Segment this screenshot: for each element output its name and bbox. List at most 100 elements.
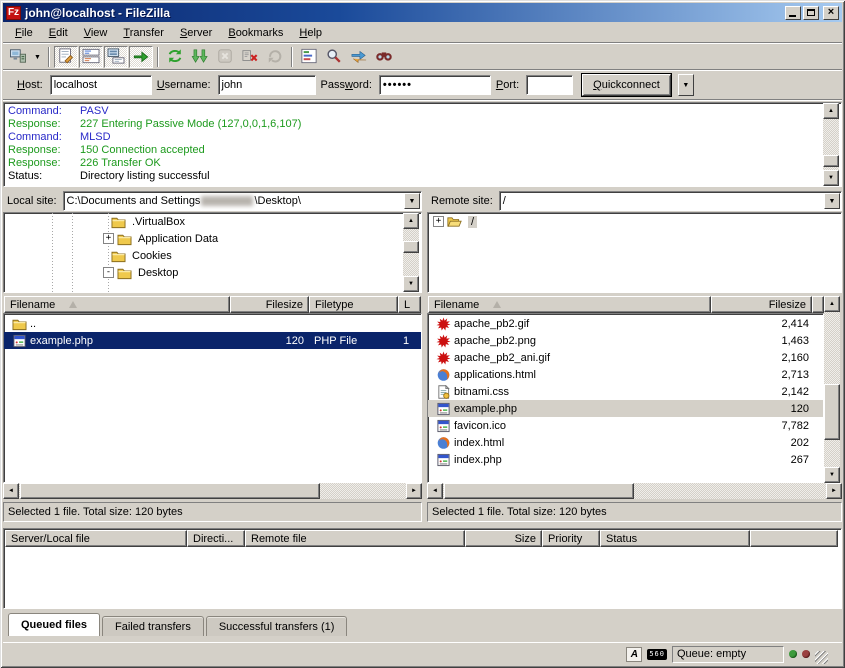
- resize-grip[interactable]: [815, 651, 828, 664]
- file-row-favicon-ico[interactable]: favicon.ico7,782: [428, 417, 823, 434]
- scroll-down-icon[interactable]: ▼: [403, 276, 419, 292]
- cancel-operation-button[interactable]: [213, 46, 237, 68]
- username-input[interactable]: john: [218, 75, 316, 95]
- close-button[interactable]: ×: [823, 6, 839, 20]
- scroll-up-icon[interactable]: ▲: [403, 213, 419, 229]
- scroll-thumb[interactable]: [823, 155, 839, 167]
- column-header-filename[interactable]: Filename: [4, 296, 230, 313]
- directory-comparison-button[interactable]: [322, 46, 346, 68]
- directory-filters-button[interactable]: [297, 46, 321, 68]
- combo-dropdown-icon[interactable]: ▼: [824, 193, 840, 209]
- file-row-example-php[interactable]: example.php120: [428, 400, 823, 417]
- winfile-icon: [436, 419, 451, 433]
- quickconnect-button[interactable]: Quickconnect: [582, 74, 671, 96]
- queue-column-remote-file[interactable]: Remote file: [245, 530, 465, 547]
- minimize-button[interactable]: [785, 6, 801, 20]
- file-row-apache_pb2-png[interactable]: apache_pb2.png1,463: [428, 332, 823, 349]
- collapse-icon[interactable]: -: [103, 267, 114, 278]
- tab-failed-transfers[interactable]: Failed transfers: [102, 616, 204, 636]
- local-site-combo[interactable]: C:\Documents and Settings\Desktop\ ▼: [63, 191, 422, 211]
- menu-transfer[interactable]: Transfer: [115, 25, 172, 41]
- scroll-thumb[interactable]: [824, 384, 840, 440]
- scroll-thumb[interactable]: [444, 483, 634, 499]
- data-type-indicator-icon[interactable]: A: [626, 647, 642, 662]
- site-manager-dropdown-icon[interactable]: ▼: [31, 46, 44, 68]
- queue-column-priority[interactable]: Priority: [542, 530, 600, 547]
- scroll-left-icon[interactable]: ◄: [3, 483, 19, 499]
- tree-item-application-data[interactable]: +Application Data: [4, 230, 421, 247]
- scroll-thumb[interactable]: [403, 241, 419, 253]
- toggle-local-tree-button[interactable]: [79, 46, 103, 68]
- menu-bookmarks[interactable]: Bookmarks: [220, 25, 291, 41]
- scroll-down-icon[interactable]: ▼: [823, 170, 839, 186]
- send-indicator-led: [789, 650, 797, 658]
- find-files-button[interactable]: [372, 46, 396, 68]
- file-row-apache_pb2_ani-gif[interactable]: apache_pb2_ani.gif2,160: [428, 349, 823, 366]
- column-header-filetype[interactable]: Filetype: [309, 296, 398, 313]
- queue-column-status[interactable]: Status: [600, 530, 750, 547]
- tree-item--virtualbox[interactable]: .VirtualBox: [4, 213, 421, 230]
- transfer-queue: Server/Local fileDirecti...Remote fileSi…: [3, 528, 842, 609]
- menu-file[interactable]: File: [7, 25, 41, 41]
- file-row-index-php[interactable]: index.php267: [428, 451, 823, 468]
- column-header-l[interactable]: L: [398, 296, 421, 313]
- log-line: Command:MLSD: [8, 131, 841, 144]
- menu-edit[interactable]: Edit: [41, 25, 76, 41]
- expand-icon[interactable]: +: [103, 233, 114, 244]
- toggle-queue-button[interactable]: [129, 46, 153, 68]
- scroll-down-icon[interactable]: ▼: [824, 467, 840, 483]
- scroll-thumb[interactable]: [20, 483, 320, 499]
- toggle-remote-tree-button[interactable]: [104, 46, 128, 68]
- host-input[interactable]: localhost: [50, 75, 152, 95]
- scroll-right-icon[interactable]: ►: [406, 483, 422, 499]
- tree-item-desktop[interactable]: -Desktop: [4, 264, 421, 281]
- file-row--[interactable]: ..: [4, 315, 421, 332]
- speed-limits-icon[interactable]: 560: [647, 649, 667, 660]
- remote-list-scrollbar[interactable]: ▲ ▼: [824, 296, 840, 483]
- process-queue-button[interactable]: [188, 46, 212, 68]
- port-input[interactable]: [526, 75, 573, 95]
- remote-site-combo[interactable]: / ▼: [499, 191, 842, 211]
- file-row-apache_pb2-gif[interactable]: apache_pb2.gif2,414: [428, 315, 823, 332]
- expand-icon[interactable]: +: [433, 216, 444, 227]
- site-manager-button[interactable]: [6, 46, 30, 68]
- menu-server[interactable]: Server: [172, 25, 220, 41]
- password-input[interactable]: ••••••: [379, 75, 491, 95]
- file-row-bitnami-css[interactable]: bitnami.css2,142: [428, 383, 823, 400]
- scroll-right-icon[interactable]: ►: [826, 483, 842, 499]
- file-row-index-html[interactable]: index.html202: [428, 434, 823, 451]
- tree-item-cookies[interactable]: Cookies: [4, 247, 421, 264]
- column-header-filler[interactable]: [812, 296, 824, 313]
- tab-queued-files[interactable]: Queued files: [8, 613, 100, 636]
- scroll-up-icon[interactable]: ▲: [824, 296, 840, 312]
- local-hscrollbar[interactable]: ◄ ►: [3, 483, 422, 499]
- menu-help[interactable]: Help: [291, 25, 330, 41]
- column-header-filename[interactable]: Filename: [428, 296, 711, 313]
- remote-site-bar: Remote site: / ▼: [427, 191, 842, 211]
- synchronized-browsing-button[interactable]: [347, 46, 371, 68]
- remote-hscrollbar[interactable]: ◄ ►: [427, 483, 842, 499]
- maximize-button[interactable]: [803, 6, 819, 20]
- file-row-example-php[interactable]: example.php120PHP File1: [4, 332, 421, 349]
- title-bar[interactable]: Fz john@localhost - FileZilla ×: [3, 3, 842, 22]
- queue-column-server-local-file[interactable]: Server/Local file: [5, 530, 187, 547]
- tab-successful-transfers-1-[interactable]: Successful transfers (1): [206, 616, 348, 636]
- queue-column-size[interactable]: Size: [465, 530, 542, 547]
- queue-column-filler[interactable]: [750, 530, 838, 547]
- file-row-applications-html[interactable]: applications.html2,713: [428, 366, 823, 383]
- log-scrollbar[interactable]: ▲ ▼: [823, 103, 839, 186]
- local-tree-scrollbar[interactable]: ▲ ▼: [403, 213, 419, 292]
- reconnect-button[interactable]: [263, 46, 287, 68]
- column-header-filesize[interactable]: Filesize: [230, 296, 309, 313]
- scroll-left-icon[interactable]: ◄: [427, 483, 443, 499]
- tree-item-root[interactable]: +/: [428, 213, 841, 230]
- menu-view[interactable]: View: [76, 25, 116, 41]
- refresh-button[interactable]: [163, 46, 187, 68]
- column-header-filesize[interactable]: Filesize: [711, 296, 812, 313]
- scroll-up-icon[interactable]: ▲: [823, 103, 839, 119]
- queue-column-directi-[interactable]: Directi...: [187, 530, 245, 547]
- disconnect-button[interactable]: [238, 46, 262, 68]
- toggle-message-log-button[interactable]: [54, 46, 78, 68]
- quickconnect-dropdown-icon[interactable]: ▼: [678, 74, 694, 96]
- combo-dropdown-icon[interactable]: ▼: [404, 193, 420, 209]
